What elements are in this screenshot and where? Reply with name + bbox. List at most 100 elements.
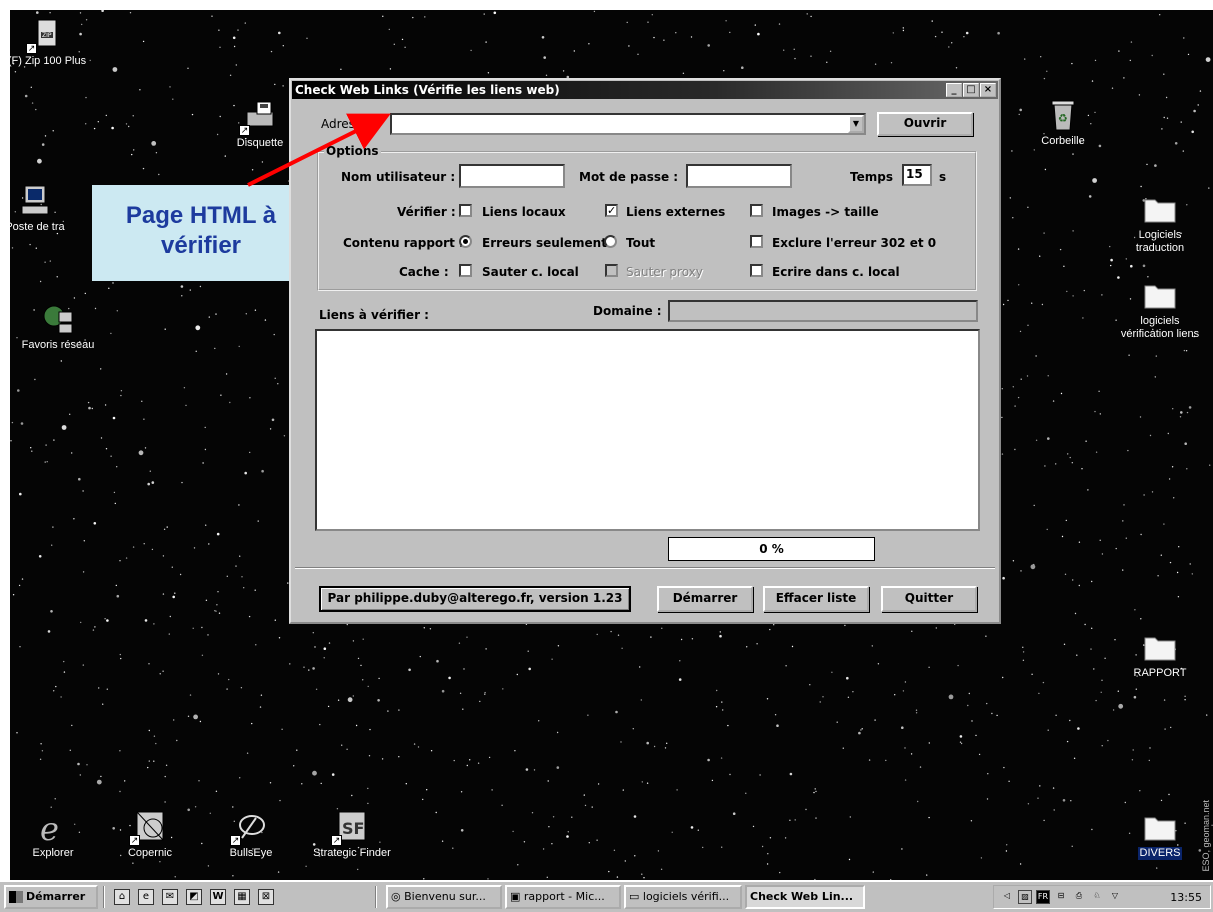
maximize-button[interactable]: □ — [963, 83, 979, 97]
scheduler-icon[interactable]: ▽ — [1108, 890, 1122, 904]
cache-label: Cache : — [399, 265, 449, 279]
separator — [295, 567, 995, 569]
desktop-icon-strategic-finder[interactable]: SF ↗ Strategic Finder — [307, 810, 397, 860]
copernic-quicklaunch-icon[interactable]: ⊠ — [258, 889, 274, 905]
task-button-check-web-links[interactable]: Check Web Lin... — [745, 885, 865, 909]
check-web-links-window: Check Web Links (Vérifie les liens web) … — [289, 78, 1001, 624]
tout-radio[interactable] — [604, 235, 617, 248]
word-icon[interactable]: W — [210, 889, 226, 905]
images-taille-checkbox[interactable] — [750, 204, 763, 217]
exclure-302-checkbox[interactable] — [750, 235, 763, 248]
ecrire-local-label: Ecrire dans c. local — [772, 265, 900, 279]
adresse-label: Adresse : — [321, 117, 377, 131]
sauter-proxy-checkbox[interactable] — [605, 264, 618, 277]
images-taille-label: Images -> taille — [772, 205, 879, 219]
effacer-liste-button[interactable]: Effacer liste — [763, 586, 869, 612]
antivirus-icon[interactable]: ♘ — [1090, 890, 1104, 904]
folder-icon: ▭ — [629, 890, 643, 903]
ie-icon[interactable]: e — [138, 889, 154, 905]
desktop-icon-label: Favoris réseau — [21, 339, 95, 351]
network-tray-icon[interactable]: ▨ — [1018, 890, 1032, 904]
desktop-icon-folder-traduction[interactable]: Logiciels traduction — [1115, 192, 1205, 255]
connection-icon[interactable]: ⊟ — [1054, 890, 1068, 904]
desktop-icon-explorer[interactable]: e Explorer — [10, 810, 98, 860]
options-title: Options — [324, 144, 381, 158]
desktop-icon-folder-rapport[interactable]: RAPPORT — [1115, 630, 1205, 680]
password-field[interactable] — [686, 164, 792, 188]
temps-field[interactable]: 15 — [902, 164, 932, 186]
desktop-icon-folder-divers[interactable]: DIVERS — [1115, 810, 1205, 860]
start-button[interactable]: Démarrer — [4, 885, 98, 909]
window-titlebar[interactable]: Check Web Links (Vérifie les liens web) … — [292, 81, 998, 99]
show-desktop-icon[interactable]: ⌂ — [114, 889, 130, 905]
my-computer-icon — [18, 184, 52, 218]
desktop-icon-label: Poste de tra — [10, 221, 65, 233]
desktop-icon-my-computer[interactable]: Poste de tra — [10, 184, 80, 234]
progress-text: 0 % — [759, 542, 784, 556]
word-doc-icon: ▣ — [510, 890, 524, 903]
taskbar-separator — [103, 886, 105, 908]
printer-icon[interactable]: ⎙ — [1072, 890, 1086, 904]
annotation-line-1: Page HTML à — [125, 202, 277, 229]
svg-text:♻: ♻ — [1058, 112, 1068, 125]
demarrer-button[interactable]: Démarrer — [657, 586, 753, 612]
desktop-icon-label: Explorer — [32, 847, 74, 859]
task-label: Check Web Lin... — [750, 890, 854, 903]
close-button[interactable]: × — [980, 83, 996, 97]
desktop-icon-zip-drive[interactable]: ZIP ↗ (F) Zip 100 Plus — [10, 18, 92, 68]
liens-locaux-checkbox[interactable] — [459, 204, 472, 217]
annotation-callout: Page HTML à vérifier — [92, 185, 310, 281]
task-button-bienvenu[interactable]: ◎ Bienvenu sur... — [386, 885, 502, 909]
desktop-icon-label: Corbeille — [1041, 135, 1085, 147]
liens-externes-label: Liens externes — [626, 205, 726, 219]
desktop-icon-label: Strategic Finder — [313, 847, 391, 859]
user-label: Nom utilisateur : — [341, 170, 456, 184]
svg-text:ZIP: ZIP — [42, 32, 52, 39]
desktop-icon-label: Copernic — [127, 847, 173, 859]
task-button-logiciels[interactable]: ▭ logiciels vérifi... — [624, 885, 742, 909]
temps-label: Temps — [850, 170, 893, 184]
folder-icon — [1143, 630, 1177, 664]
author-version-button[interactable]: Par philippe.duby@alterego.fr, version 1… — [319, 586, 631, 612]
links-list[interactable] — [315, 329, 980, 531]
sauter-local-checkbox[interactable] — [459, 264, 472, 277]
chevron-down-icon[interactable]: ▼ — [848, 115, 864, 133]
temps-unit: s — [939, 170, 947, 184]
desktop-icon-label: logiciels vérification liens — [1120, 315, 1200, 340]
progress-bar: 0 % — [668, 537, 875, 561]
desktop-icon-folder-verification[interactable]: logiciels vérification liens — [1115, 278, 1205, 341]
liens-locaux-label: Liens locaux — [482, 205, 566, 219]
quitter-button[interactable]: Quitter — [881, 586, 977, 612]
ecrire-local-checkbox[interactable] — [750, 264, 763, 277]
channel-icon[interactable]: ◩ — [186, 889, 202, 905]
desktop-icon-label: Disquette — [236, 137, 284, 149]
desktop-icon-recycle-bin[interactable]: ♻ Corbeille — [1018, 98, 1108, 148]
desktop-icon-label: BullsEye — [229, 847, 273, 859]
user-field[interactable] — [459, 164, 565, 188]
ie-page-icon: ◎ — [391, 890, 405, 903]
clock: 13:55 — [1170, 891, 1202, 904]
language-indicator[interactable]: FR — [1036, 890, 1050, 904]
erreurs-seulement-radio[interactable] — [459, 235, 472, 248]
calculator-icon[interactable]: ▦ — [234, 889, 250, 905]
desktop-icon-network[interactable]: Favoris réseau — [13, 302, 103, 352]
minimize-button[interactable]: _ — [946, 83, 962, 97]
desktop-icon-bullseye[interactable]: ↗ BullsEye — [206, 810, 296, 860]
adresse-combobox[interactable]: ▼ — [390, 113, 866, 135]
exclure-302-label: Exclure l'erreur 302 et 0 — [772, 236, 937, 250]
task-label: logiciels vérifi... — [642, 890, 730, 903]
outlook-icon[interactable]: ✉ — [162, 889, 178, 905]
erreurs-seulement-label: Erreurs seulement — [482, 236, 607, 250]
speaker-icon[interactable]: ◁ — [1000, 890, 1014, 904]
desktop-icon-label: DIVERS — [1137, 847, 1183, 860]
tout-label: Tout — [626, 236, 656, 250]
liens-externes-checkbox[interactable]: ✓ — [605, 204, 618, 217]
task-button-rapport[interactable]: ▣ rapport - Mic... — [505, 885, 621, 909]
domaine-field — [668, 300, 978, 322]
svg-text:e: e — [40, 810, 59, 844]
folder-icon — [1143, 192, 1177, 226]
desktop-icon-copernic[interactable]: ↗ Copernic — [105, 810, 195, 860]
taskbar-separator — [375, 886, 377, 908]
ouvrir-button[interactable]: Ouvrir — [877, 112, 973, 136]
desktop-icon-label: Logiciels traduction — [1135, 229, 1185, 254]
